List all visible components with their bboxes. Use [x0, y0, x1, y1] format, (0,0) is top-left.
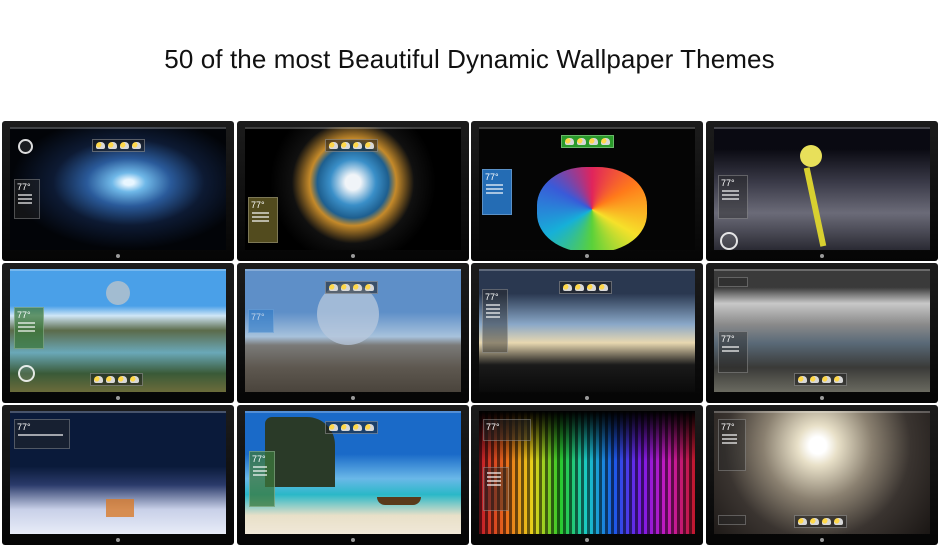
- wallpaper-thumb-ink-cloud[interactable]: 77°: [471, 121, 703, 261]
- wallpaper-grid: 77° 77° 77° 77° 77° 77° 77° 77° 77° 77° …: [0, 121, 939, 545]
- wallpaper-thumb-fjord[interactable]: 77°: [706, 263, 938, 403]
- weather-temp: 77°: [485, 172, 499, 182]
- wallpaper-thumb-mountain-river[interactable]: 77°: [2, 263, 234, 403]
- power-icon: [720, 232, 738, 250]
- weather-temp: 77°: [17, 422, 31, 432]
- wallpaper-thumb-light-burst[interactable]: 77°: [706, 405, 938, 545]
- weather-temp: 77°: [721, 178, 735, 188]
- weather-temp: 77°: [251, 200, 265, 210]
- weather-temp: 77°: [485, 292, 499, 302]
- wallpaper-thumb-moon-valley[interactable]: 77°: [706, 121, 938, 261]
- weather-temp: 77°: [17, 182, 31, 192]
- weather-temp: 77°: [17, 310, 31, 320]
- wallpaper-thumb-moon-beach[interactable]: 77°: [237, 263, 469, 403]
- weather-temp: 77°: [721, 334, 735, 344]
- wallpaper-thumb-color-explosion[interactable]: 77°: [237, 121, 469, 261]
- page-title: 50 of the most Beautiful Dynamic Wallpap…: [164, 44, 775, 74]
- weather-temp: 77°: [486, 422, 500, 432]
- wallpaper-thumb-tropical-boat[interactable]: 77°: [237, 405, 469, 545]
- weather-temp: 77°: [721, 422, 735, 432]
- wallpaper-thumb-palm-sunset[interactable]: 77°: [471, 263, 703, 403]
- wallpaper-thumb-spectrum[interactable]: 77°: [471, 405, 703, 545]
- wallpaper-thumb-galaxy[interactable]: 77°: [2, 121, 234, 261]
- weather-temp: 77°: [252, 454, 266, 464]
- clock-icon: [18, 139, 33, 154]
- wallpaper-thumb-snow-cabin[interactable]: 77°: [2, 405, 234, 545]
- weather-temp: 77°: [251, 312, 265, 322]
- clock-icon: [18, 365, 35, 382]
